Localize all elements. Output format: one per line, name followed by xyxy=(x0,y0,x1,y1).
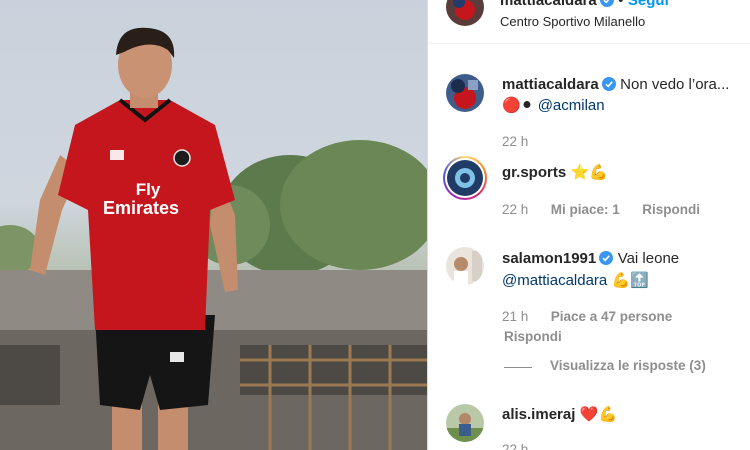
shirt-sponsor-line1: Fly xyxy=(135,180,161,199)
comment-row: salamon1991 Vai leone xyxy=(502,250,679,270)
view-replies-button[interactable]: Visualizza le risposte (3) xyxy=(550,358,706,373)
post-photo[interactable]: Fly Emirates xyxy=(0,0,427,450)
verified-badge-icon xyxy=(599,0,614,12)
reply-button[interactable]: Rispondi xyxy=(504,329,562,344)
comment-username[interactable]: salamon1991 xyxy=(502,250,596,267)
comment-text: ❤️💪 xyxy=(579,406,618,423)
comment-username[interactable]: alis.imeraj xyxy=(502,406,575,423)
caption-time[interactable]: 22 h xyxy=(502,134,528,149)
verified-badge-icon xyxy=(599,251,614,270)
caption-emoji: 🔴⚫ xyxy=(502,97,534,114)
comment-time[interactable]: 22 h xyxy=(502,202,528,217)
follow-button[interactable]: Segui xyxy=(628,0,669,9)
comment-row: alis.imeraj ❤️💪 xyxy=(502,405,617,424)
commenter-avatar[interactable] xyxy=(446,247,484,285)
caption-avatar[interactable] xyxy=(446,74,484,112)
comment-text: Vai leone xyxy=(617,250,680,267)
commenter-avatar xyxy=(447,160,483,196)
header-avatar[interactable] xyxy=(446,0,484,26)
location-link[interactable]: Centro Sportivo Milanello xyxy=(500,14,645,29)
header-username[interactable]: mattiacaldara xyxy=(500,0,597,9)
comment-likes[interactable]: Piace a 47 persone xyxy=(551,309,673,324)
comment-mention[interactable]: @mattiacaldara xyxy=(502,272,607,289)
comment-row-line2: @mattiacaldara 💪🔝 xyxy=(502,271,649,290)
caption-line1: mattiacaldara Non vedo l’ora... xyxy=(502,76,729,96)
shirt-sponsor-line2: Emirates xyxy=(103,198,180,218)
comment-text: ⭐💪 xyxy=(570,164,608,181)
header-divider xyxy=(428,43,750,44)
reply-button[interactable]: Rispondi xyxy=(642,202,700,217)
header-dot: • xyxy=(618,0,624,9)
comment-row: gr.sports ⭐💪 xyxy=(502,163,608,182)
comment-emoji: 💪🔝 xyxy=(611,272,650,289)
caption-line2: 🔴⚫ @acmilan xyxy=(502,96,605,115)
comment-meta: 21 h Piace a 47 persone xyxy=(502,308,672,326)
comment-time[interactable]: 22 h xyxy=(502,442,528,450)
story-ring[interactable] xyxy=(443,156,487,200)
caption-mention[interactable]: @acmilan xyxy=(538,97,605,114)
caption-username[interactable]: mattiacaldara xyxy=(502,76,599,93)
caption-text: Non vedo l’ora... xyxy=(620,76,730,93)
comments-panel: mattiacaldara • Segui Centro Sportivo Mi… xyxy=(428,0,750,450)
comment-likes[interactable]: Mi piace: 1 xyxy=(551,202,620,217)
comment-username[interactable]: gr.sports xyxy=(502,164,566,181)
verified-badge-icon xyxy=(601,77,616,96)
comment-meta: 22 h Mi piace: 1 Rispondi xyxy=(502,201,700,219)
comment-time[interactable]: 21 h xyxy=(502,309,528,324)
replies-line xyxy=(504,367,532,368)
photo-scene xyxy=(0,27,427,450)
commenter-avatar[interactable] xyxy=(446,404,484,442)
header-row: mattiacaldara • Segui xyxy=(500,0,669,12)
